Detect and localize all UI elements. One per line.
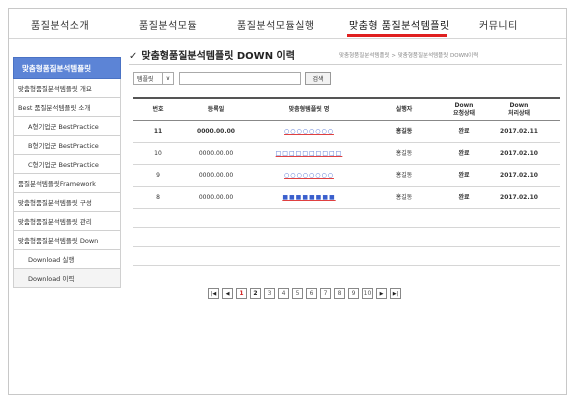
col-header-no: 번호 [152,105,164,113]
sidebar-header: 맞춤형품질분석템플릿 [13,57,121,79]
table-row[interactable]: 10 0000.00.00 □□□□□□□□□□ 홍길동 완료 2017.02.… [133,143,560,165]
cell-user: 홍길동 [395,171,413,179]
page-number[interactable]: 10 [362,288,373,299]
page-number[interactable]: 2 [250,288,261,299]
page-title-text: 맞춤형품질분석템플릿 DOWN 이력 [141,51,295,62]
sidebar-item-management[interactable]: 맞춤형품질분석템플릿 관리 [13,212,121,231]
sidebar-item-download-run[interactable]: Download 실행 [13,250,121,269]
check-icon: ✓ [129,51,138,62]
template-name-link[interactable]: ○○○○○○○○ [284,172,334,180]
table-header-row: 번호 등록일 맞춤형템플릿 명 실행자 Down 요청상태 Down 처리상태 [133,97,560,121]
template-name-link[interactable]: □□□□□□□□□□ [276,150,343,158]
cell-no: 8 [156,193,160,201]
cell-user: 홍길동 [395,149,413,157]
col-header-request-status: Down 요청상태 [439,102,489,118]
cell-user: 홍길동 [395,127,413,135]
table-row[interactable]: 8 0000.00.00 ■■■■■■■■ 홍길동 완료 2017.02.10 [133,187,560,209]
search-input[interactable] [179,71,301,85]
download-history-table: 번호 등록일 맞춤형템플릿 명 실행자 Down 요청상태 Down 처리상태 … [133,97,560,266]
title-divider [129,64,562,65]
col-header-process-status-line2: 처리상태 [507,109,531,117]
nav-item-templates[interactable]: 맞춤형 품질분석템플릿 [349,17,450,32]
cell-template-name: ■■■■■■■■ [249,194,369,202]
cell-process-status: 2017.02.10 [500,193,538,201]
page-number[interactable]: 4 [278,288,289,299]
table-row[interactable]: 9 0000.00.00 ○○○○○○○○ 홍길동 완료 2017.02.10 [133,165,560,187]
page-frame: 품질분석소개 품질분석모듈 품질분석모듈실행 맞춤형 품질분석템플릿 커뮤니티 … [8,8,567,395]
prev-page-icon[interactable]: ◀ [222,288,233,299]
table-row[interactable]: 11 0000.00.00 ○○○○○○○○ 홍길동 완료 2017.02.11 [133,121,560,143]
sidebar-item-best-intro[interactable]: Best 품질분석템플릿 소개 [13,98,121,117]
col-header-process-status-line1: Down [509,101,529,109]
template-name-link[interactable]: ○○○○○○○○ [284,128,334,136]
search-bar: 템플릿 ∨ 검색 [133,71,331,85]
col-header-request-status-line2: 요청상태 [452,109,476,117]
cell-request-status: 완료 [458,127,470,135]
cell-no: 9 [156,171,160,179]
page-number[interactable]: 9 [348,288,359,299]
nav-item-intro[interactable]: 품질분석소개 [31,17,89,32]
col-header-request-status-line1: Down [454,101,474,109]
cell-date: 0000.00.00 [198,193,234,201]
page-number[interactable]: 6 [306,288,317,299]
sidebar-item-framework[interactable]: 품질분석템플릿Framework [13,174,121,193]
empty-table-row [133,228,560,247]
sidebar-item-b-type[interactable]: B형기업군 BestPractice [13,136,121,155]
chevron-down-icon[interactable]: ∨ [162,71,174,85]
nav-item-community[interactable]: 커뮤니티 [479,17,518,32]
cell-date: 0000.00.00 [198,149,234,157]
cell-process-status: 2017.02.10 [500,149,538,157]
search-button[interactable]: 검색 [305,71,331,85]
page-title: ✓ 맞춤형품질분석템플릿 DOWN 이력 [129,47,295,62]
sidebar-item-composition[interactable]: 맞춤형품질분석템플릿 구성 [13,193,121,212]
sidebar-item-a-type[interactable]: A형기업군 BestPractice [13,117,121,136]
empty-table-row [133,209,560,228]
nav-item-module-run[interactable]: 품질분석모듈실행 [237,17,315,32]
top-nav: 품질분석소개 품질분석모듈 품질분석모듈실행 맞춤형 품질분석템플릿 커뮤니티 [9,9,566,39]
cell-template-name: ○○○○○○○○ [249,128,369,136]
last-page-icon[interactable]: ▶| [390,288,401,299]
sidebar-item-download[interactable]: 맞춤형품질분석템플릿 Down [13,231,121,250]
cell-process-status: 2017.02.10 [500,171,538,179]
search-type-select[interactable]: 템플릿 ∨ [133,71,174,85]
cell-request-status: 완료 [458,149,470,157]
col-header-user: 실행자 [395,105,413,113]
cell-process-status: 2017.02.11 [500,127,538,135]
page-number[interactable]: 7 [320,288,331,299]
cell-template-name: □□□□□□□□□□ [249,150,369,158]
page-number[interactable]: 8 [334,288,345,299]
search-type-value: 템플릿 [137,75,154,83]
pagination: |◀ ◀ 1 2 3 4 5 6 7 8 9 10 ▶ ▶| [208,288,401,299]
cell-user: 홍길동 [395,193,413,201]
page-number[interactable]: 5 [292,288,303,299]
page-number[interactable]: 3 [264,288,275,299]
sidebar-item-download-history[interactable]: Download 이력 [13,269,121,288]
empty-table-row [133,247,560,266]
first-page-icon[interactable]: |◀ [208,288,219,299]
breadcrumb: 맞춤형품질분석템플릿 > 맞춤형품질분석템플릿 DOWN이력 [339,53,479,59]
active-nav-indicator [347,34,447,37]
col-header-template-name: 맞춤형템플릿 명 [288,105,330,113]
template-name-link[interactable]: ■■■■■■■■ [282,194,335,202]
sidebar-item-overview[interactable]: 맞춤형품질분석템플릿 개요 [13,79,121,98]
cell-no: 10 [154,149,162,157]
nav-item-modules[interactable]: 품질분석모듈 [139,17,197,32]
cell-request-status: 완료 [458,171,470,179]
cell-template-name: ○○○○○○○○ [249,172,369,180]
cell-no: 11 [153,127,163,135]
cell-date: 0000.00.00 [197,127,235,135]
col-header-process-status: Down 처리상태 [489,102,549,118]
sidebar-item-c-type[interactable]: C형기업군 BestPractice [13,155,121,174]
page-number-current[interactable]: 1 [236,288,247,299]
cell-date: 0000.00.00 [198,171,234,179]
next-page-icon[interactable]: ▶ [376,288,387,299]
sidebar: 맞춤형품질분석템플릿 맞춤형품질분석템플릿 개요 Best 품질분석템플릿 소개… [13,57,121,288]
cell-request-status: 완료 [458,193,470,201]
col-header-date: 등록일 [207,105,225,113]
